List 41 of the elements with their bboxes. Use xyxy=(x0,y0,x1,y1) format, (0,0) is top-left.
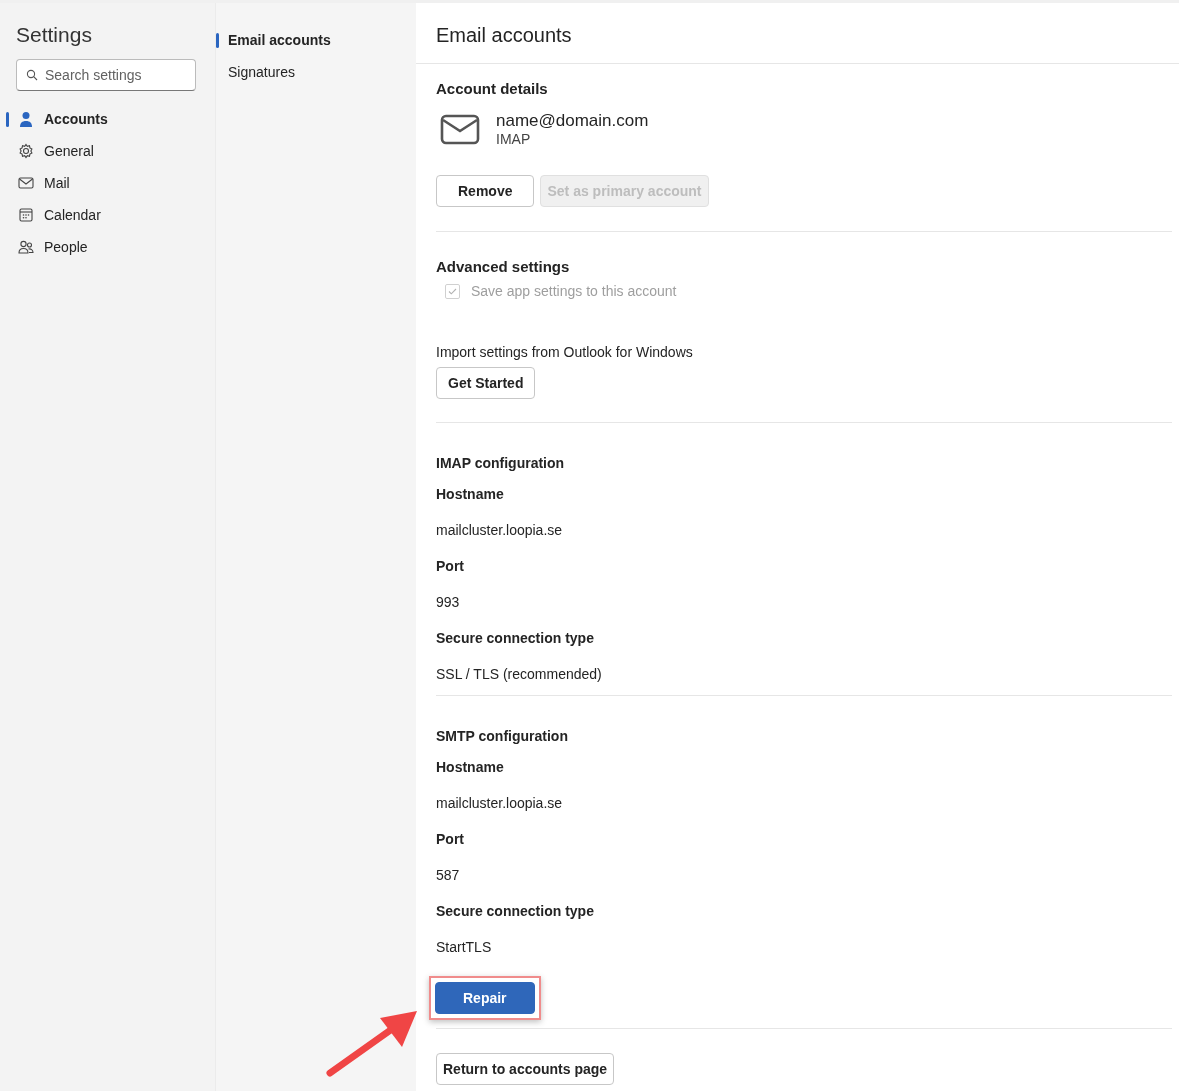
section-heading: Account details xyxy=(436,80,549,97)
sidebar-item[interactable]: Mail xyxy=(0,167,215,199)
section-heading: Advanced settings xyxy=(436,258,571,275)
settings-title: Settings xyxy=(16,23,93,47)
field-label: Port xyxy=(436,830,465,848)
subnav-item[interactable]: Email accounts xyxy=(216,24,416,56)
section-heading: IMAP configuration xyxy=(436,455,566,471)
get-started-button[interactable]: Get Started xyxy=(436,367,536,399)
calendar-icon xyxy=(18,207,34,223)
return-button[interactable]: Return to accounts page xyxy=(436,1053,615,1085)
field-label: Port xyxy=(436,557,465,575)
sidebar-item[interactable]: Accounts xyxy=(0,103,215,135)
field-value: 993 xyxy=(436,593,461,611)
field-label: Hostname xyxy=(436,485,505,503)
account-email: name@domain.com xyxy=(496,111,649,131)
account-type: IMAP xyxy=(496,131,532,147)
remove-button[interactable]: Remove xyxy=(436,175,535,207)
checkbox-label: Save app settings to this account xyxy=(471,283,677,299)
sidebar-item[interactable]: People xyxy=(0,231,215,263)
field-label: Secure connection type xyxy=(436,629,595,647)
search-field[interactable]: Search settings xyxy=(16,59,196,91)
field-value: StartTLS xyxy=(436,938,493,956)
section-heading: SMTP configuration xyxy=(436,728,569,744)
checkmark-icon xyxy=(448,286,457,296)
sidebar-item[interactable]: Calendar xyxy=(0,199,215,231)
field-value: SSL / TLS (recommended) xyxy=(436,665,603,683)
sidebar-item[interactable]: General xyxy=(0,135,215,167)
import-label: Import settings from Outlook for Windows xyxy=(436,344,694,360)
field-label: Hostname xyxy=(436,758,505,776)
gear-icon xyxy=(18,143,34,159)
envelope-icon xyxy=(440,113,480,145)
field-value: mailcluster.loopia.se xyxy=(436,794,564,812)
repair-button[interactable]: Repair xyxy=(435,982,535,1014)
envelope-icon xyxy=(18,175,34,191)
people-icon xyxy=(18,239,34,255)
field-value: 587 xyxy=(436,866,461,884)
page-title: Email accounts xyxy=(416,3,1179,64)
subnav-item[interactable]: Signatures xyxy=(216,56,416,88)
person-icon xyxy=(18,111,34,127)
field-label: Secure connection type xyxy=(436,902,595,920)
field-value: mailcluster.loopia.se xyxy=(436,521,564,539)
